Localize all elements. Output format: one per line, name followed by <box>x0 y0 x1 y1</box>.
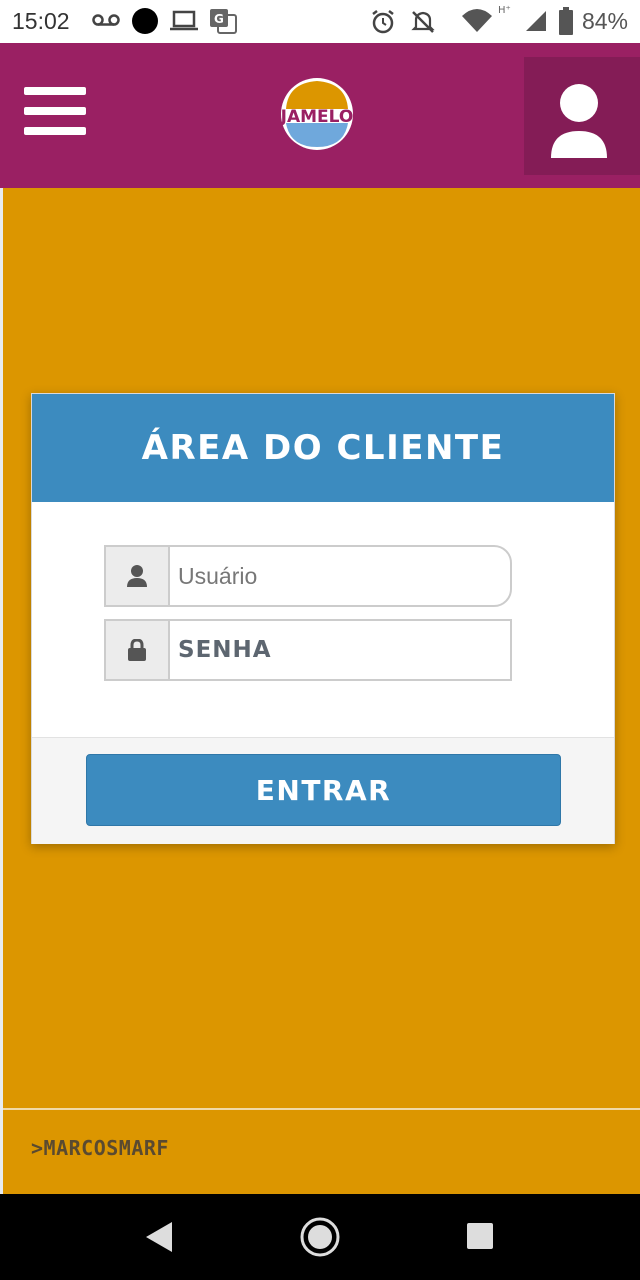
username-input[interactable] <box>168 545 512 607</box>
login-card: ÁREA DO CLIENTE Usuário ENTRAR <box>31 393 615 844</box>
submit-button[interactable]: ENTRAR <box>86 754 561 826</box>
user-addon <box>104 545 168 607</box>
logo-text: JAMELO <box>280 107 354 127</box>
user-icon <box>127 565 147 587</box>
card-footer: ENTRAR <box>32 738 614 844</box>
status-bar: 15:02 G H+ H⁺ 84% <box>0 0 640 43</box>
recents-icon[interactable] <box>466 1222 494 1250</box>
card-header: ÁREA DO CLIENTE <box>32 394 614 502</box>
app-header: JAMELO <box>0 43 640 188</box>
svg-text:G: G <box>214 12 224 26</box>
footer-divider <box>3 1108 640 1110</box>
page-title: ÁREA DO CLIENTE <box>141 428 505 468</box>
battery-percentage: 84% <box>581 8 628 34</box>
home-icon[interactable] <box>299 1216 341 1258</box>
translate-icon: G <box>210 9 237 34</box>
voicemail-icon <box>92 14 120 26</box>
battery-icon <box>559 7 573 35</box>
lock-icon <box>128 639 146 661</box>
alarm-icon <box>372 10 394 34</box>
status-time: 15:02 <box>12 8 70 34</box>
bell-off-icon <box>411 11 435 33</box>
user-button[interactable] <box>524 57 640 175</box>
wifi-icon: H+ <box>462 9 492 32</box>
user-icon <box>551 84 607 158</box>
card-body <box>32 502 614 738</box>
notification-dot-icon <box>132 8 158 34</box>
hamburger-menu-icon[interactable] <box>24 87 86 143</box>
navigation-bar <box>0 1194 640 1280</box>
jamelo-logo: JAMELO <box>280 78 354 150</box>
signal-icon <box>526 11 546 31</box>
main-content: ÁREA DO CLIENTE Usuário ENTRAR >MARCOSMA… <box>0 188 640 1194</box>
password-input[interactable] <box>168 619 512 681</box>
laptop-icon <box>170 10 198 31</box>
username-group <box>104 545 512 607</box>
password-group <box>104 619 512 681</box>
footer-credit: >MARCOSMARF <box>31 1136 169 1160</box>
lock-addon <box>104 619 168 681</box>
back-icon[interactable] <box>144 1220 174 1254</box>
